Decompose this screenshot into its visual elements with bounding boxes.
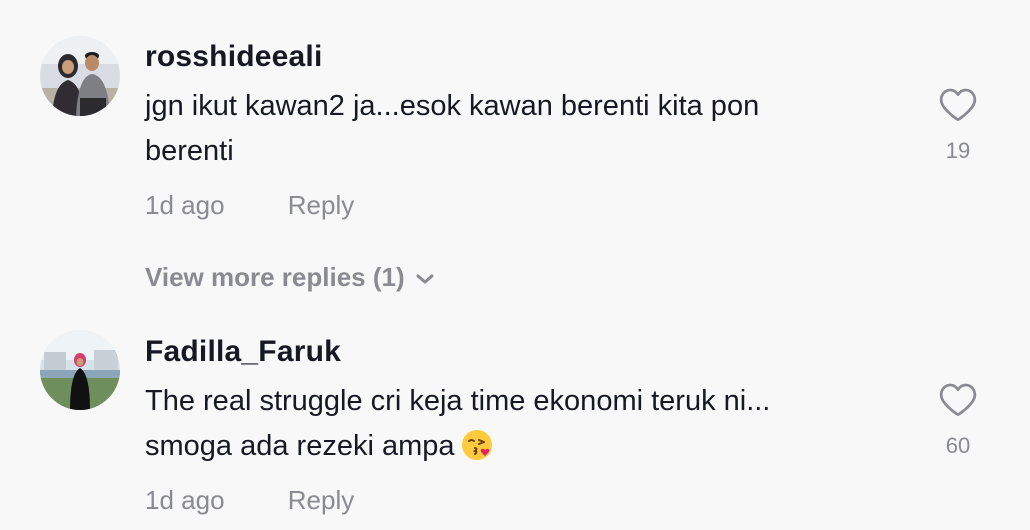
heart-outline-icon — [939, 383, 977, 416]
like-count: 19 — [945, 138, 971, 163]
face-blowing-kiss-emoji — [461, 429, 493, 461]
comment-text-line-content: smoga ada rezeki ampa — [145, 430, 455, 462]
comment-text-line: jgn ikut kawan2 ja...esok kawan berenti … — [145, 90, 760, 122]
comment-text-line: smoga ada rezeki ampa — [145, 424, 770, 469]
heart-outline-icon — [939, 88, 977, 121]
avatar[interactable] — [40, 330, 120, 410]
comment-text: The real struggle cri keja time ekonomi … — [145, 379, 770, 469]
avatar-photo — [40, 330, 120, 410]
comment-text-line: berenti — [145, 135, 234, 167]
username[interactable]: rosshideeali — [145, 40, 322, 74]
timestamp: 1d ago — [145, 190, 225, 220]
timestamp: 1d ago — [145, 485, 225, 515]
reply-button[interactable]: Reply — [288, 485, 354, 516]
view-more-replies-button[interactable]: View more replies (1) — [145, 262, 435, 293]
comment-meta: 1d ago Reply — [145, 485, 354, 516]
avatar-photo — [40, 36, 120, 116]
avatar[interactable] — [40, 36, 120, 116]
username[interactable]: Fadilla_Faruk — [145, 335, 341, 369]
like-count: 60 — [945, 433, 971, 458]
chevron-down-icon — [415, 262, 435, 293]
reply-button[interactable]: Reply — [288, 190, 354, 221]
comment-meta: 1d ago Reply — [145, 190, 354, 221]
like-button[interactable] — [936, 82, 980, 126]
comment-text-line: The real struggle cri keja time ekonomi … — [145, 385, 771, 417]
view-more-replies-label: View more replies (1) — [145, 262, 405, 292]
comment-text: jgn ikut kawan2 ja...esok kawan berenti … — [145, 84, 759, 174]
like-button[interactable] — [936, 377, 980, 421]
